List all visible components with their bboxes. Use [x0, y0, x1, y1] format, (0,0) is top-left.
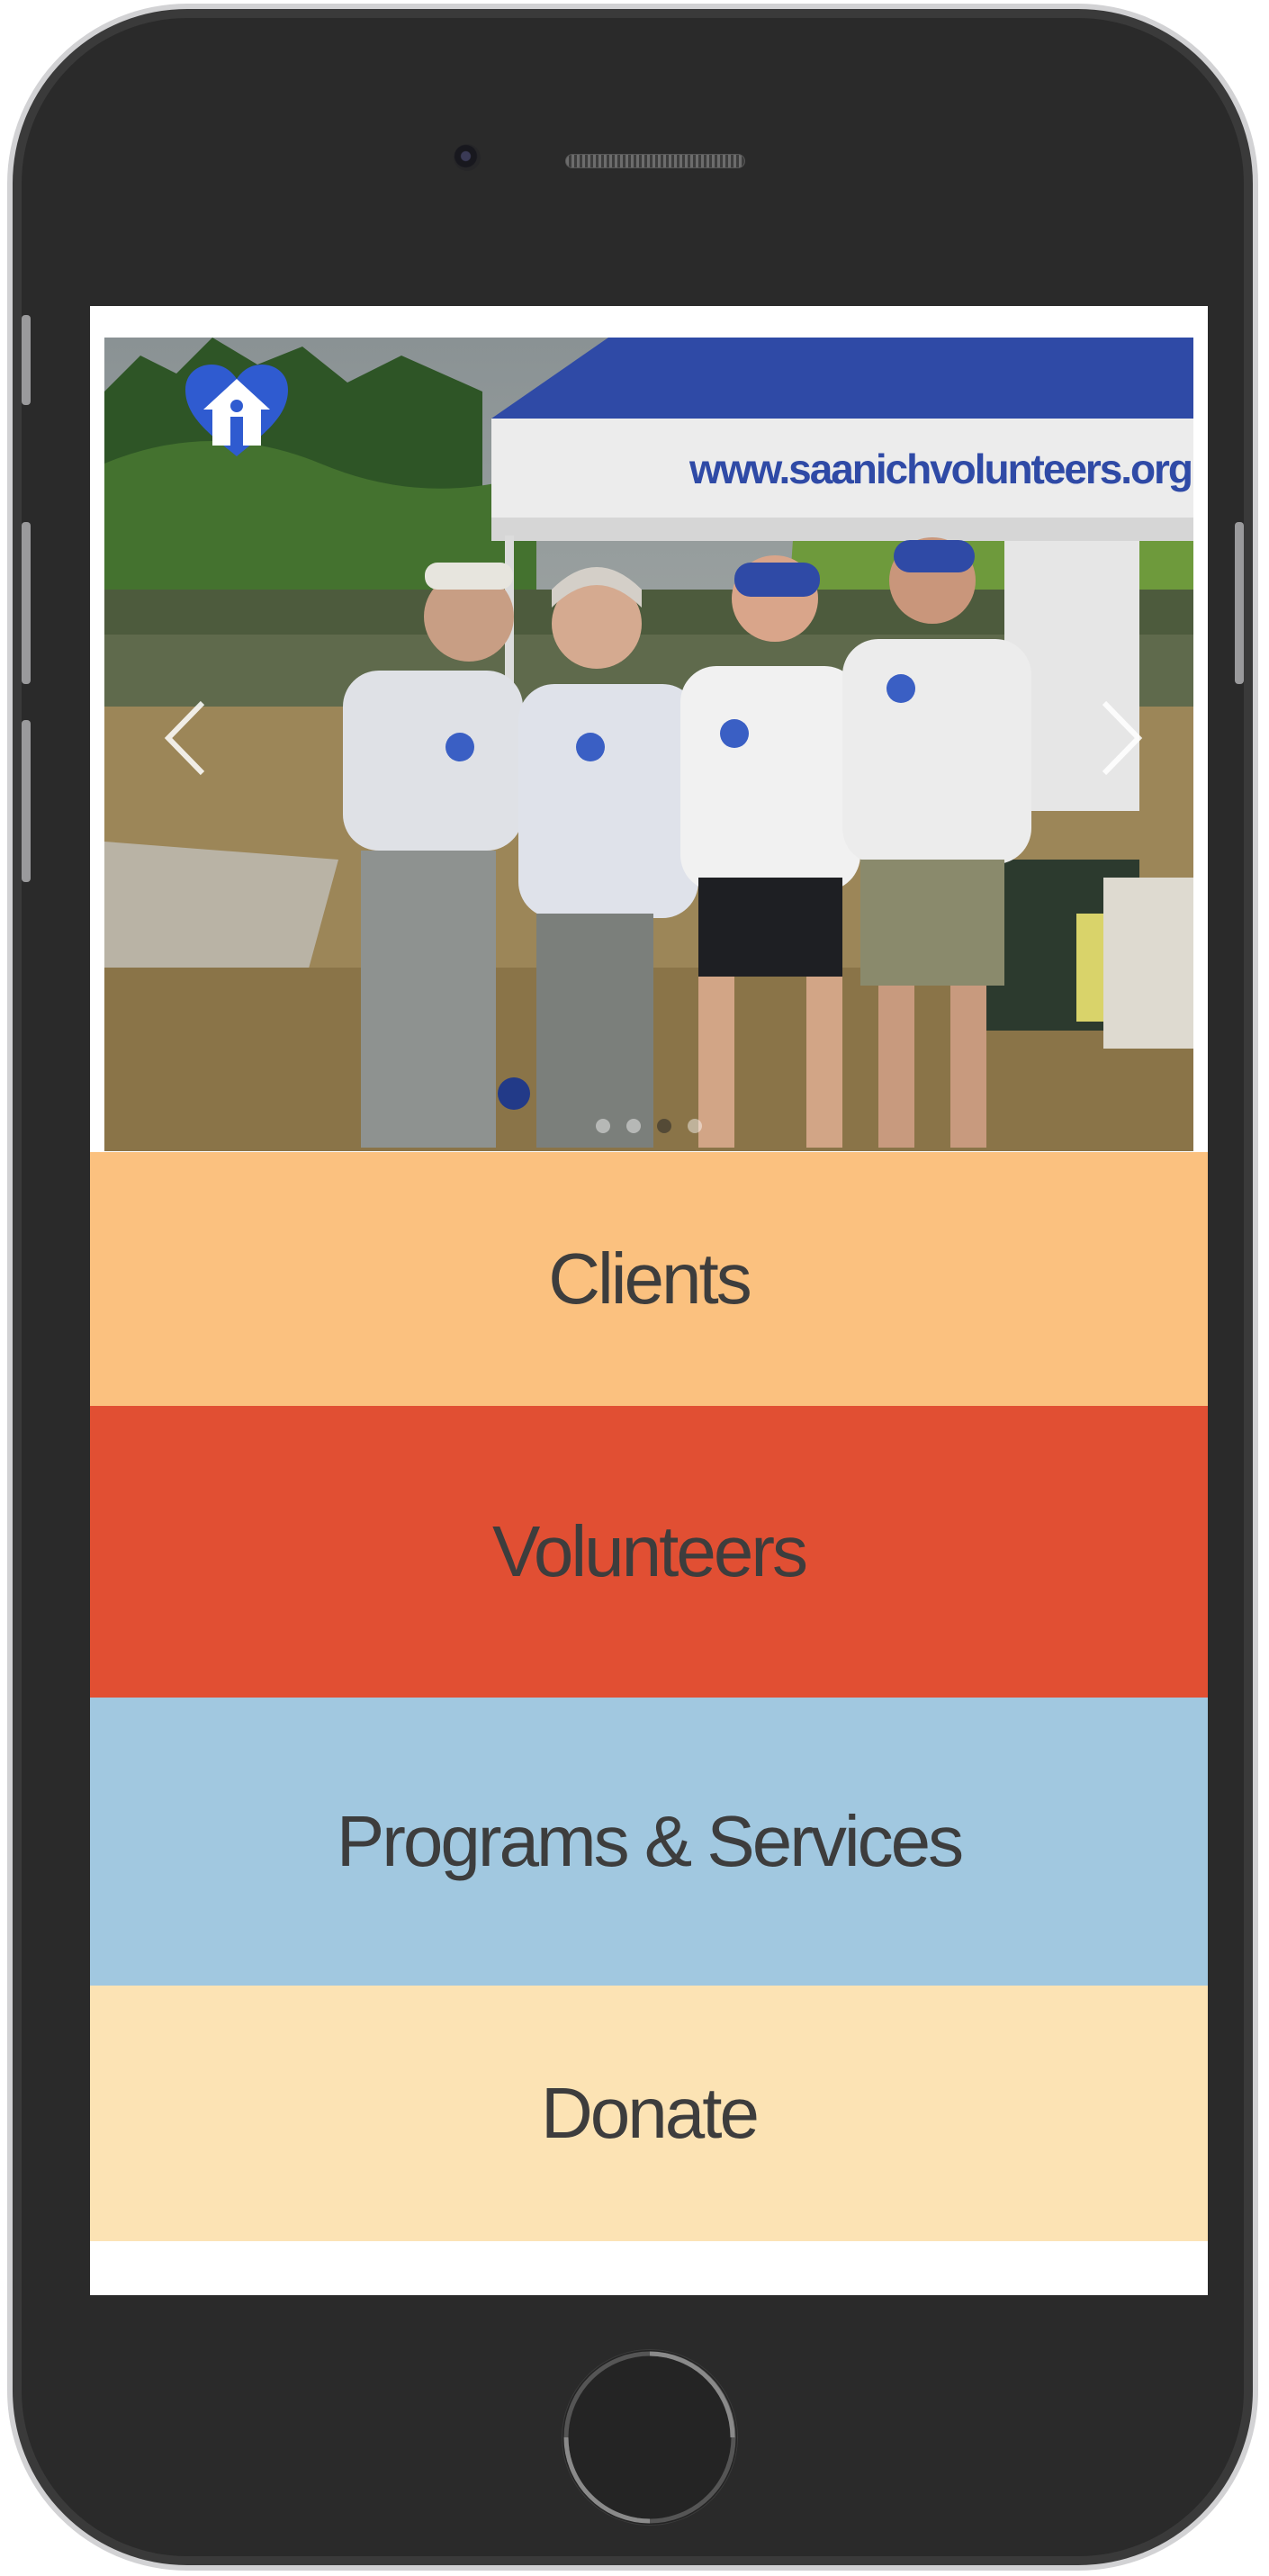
heart-house-logo-icon[interactable]: [184, 363, 290, 460]
clients-link[interactable]: Clients: [90, 1152, 1208, 1406]
carousel-dot[interactable]: [596, 1119, 610, 1133]
mute-switch: [22, 315, 31, 405]
phone-frame: www.saanichvolunteers.org Clients Volunt…: [7, 4, 1258, 2571]
home-button[interactable]: [562, 2349, 738, 2526]
phone-screen: www.saanichvolunteers.org Clients Volunt…: [90, 306, 1208, 2295]
front-camera: [454, 144, 481, 171]
volume-up-button: [22, 522, 31, 684]
home-button-ring-icon: [563, 2351, 736, 2524]
carousel-indicators: [104, 1119, 1193, 1133]
chevron-right-icon: [1102, 700, 1143, 776]
programs-services-link[interactable]: Programs & Services: [90, 1698, 1208, 1986]
volume-down-button: [22, 720, 31, 882]
volunteers-link[interactable]: Volunteers: [90, 1406, 1208, 1698]
donate-link[interactable]: Donate: [90, 1986, 1208, 2241]
carousel-next-button[interactable]: [1094, 698, 1148, 779]
phone-body: www.saanichvolunteers.org Clients Volunt…: [13, 9, 1253, 2565]
carousel-dot[interactable]: [688, 1119, 702, 1133]
carousel-dot[interactable]: [626, 1119, 641, 1133]
svg-text:www.saanichvolunteers.org: www.saanichvolunteers.org: [688, 446, 1193, 492]
power-button: [1235, 522, 1244, 684]
earpiece-speaker: [565, 154, 745, 168]
chevron-left-icon: [164, 700, 205, 776]
carousel-prev-button[interactable]: [158, 698, 212, 779]
hero-carousel[interactable]: www.saanichvolunteers.org: [104, 338, 1193, 1151]
carousel-dot-active[interactable]: [657, 1119, 671, 1133]
